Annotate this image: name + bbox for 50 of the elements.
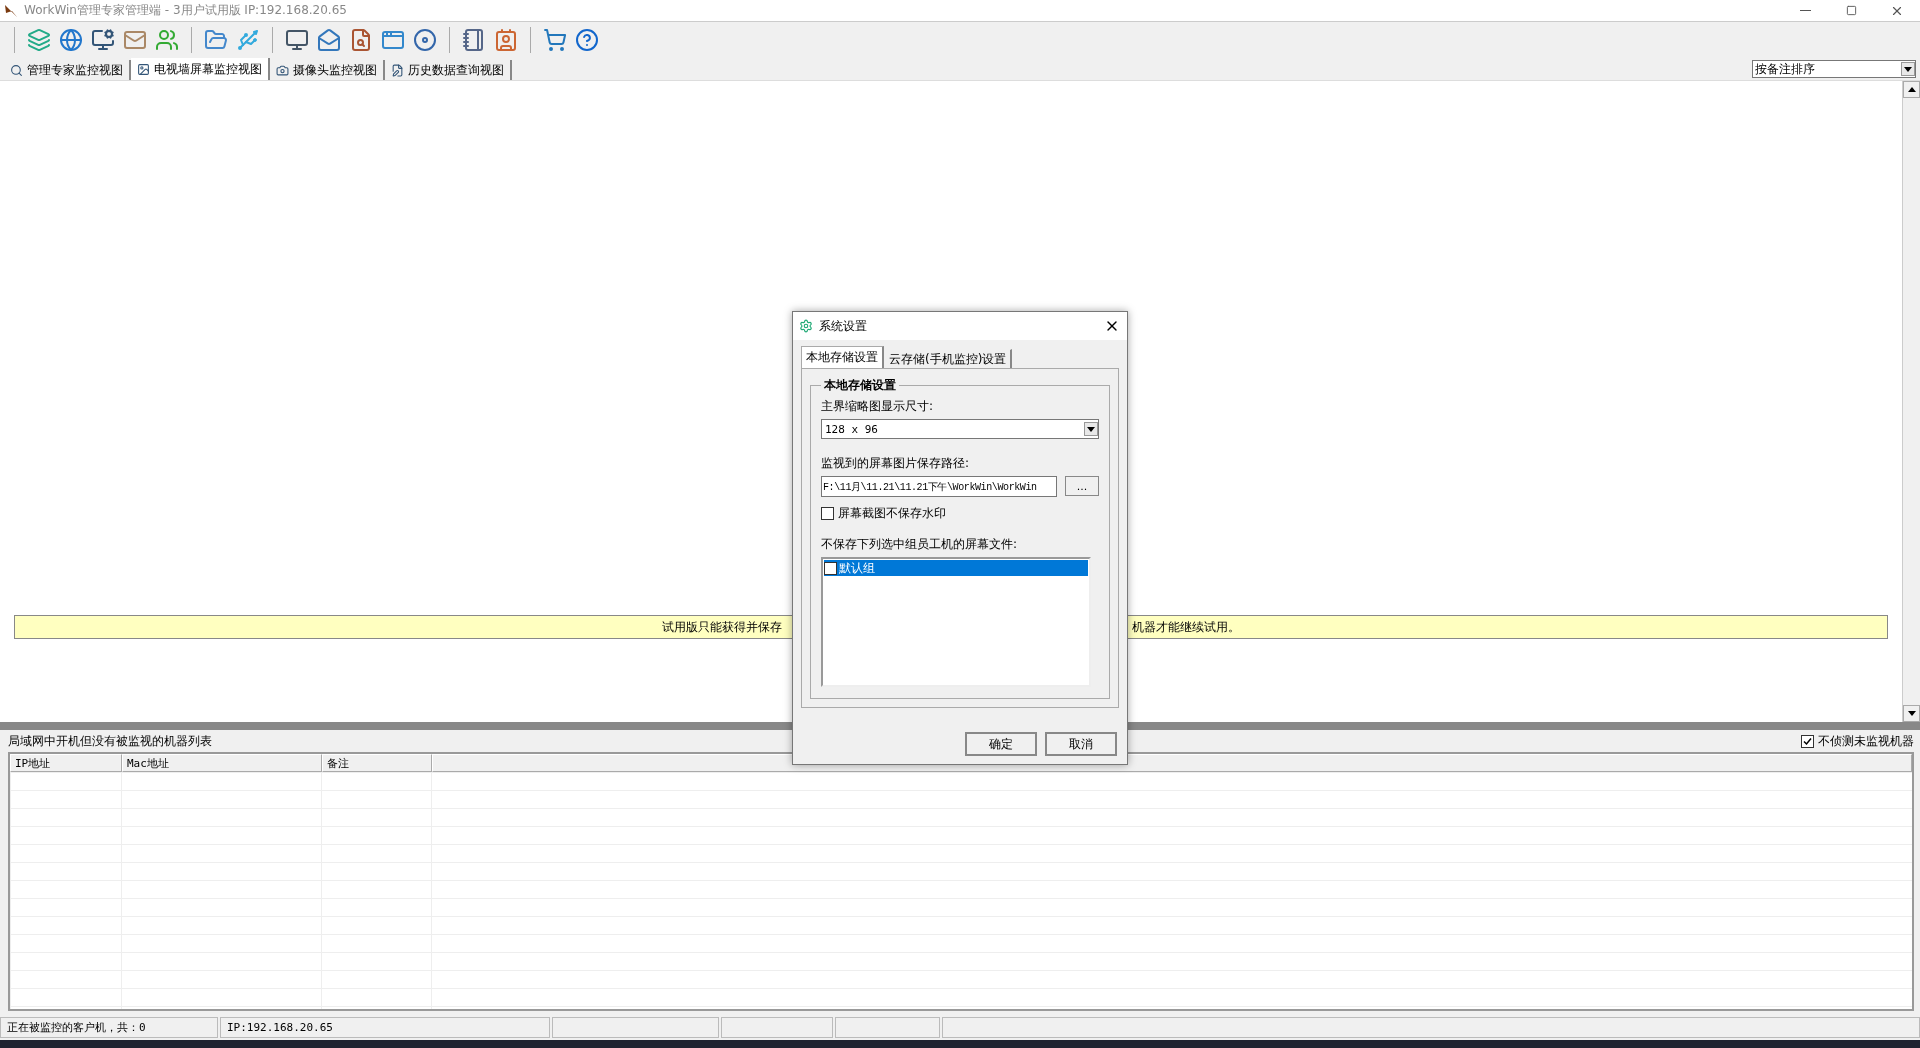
option-checkbox[interactable]: 不侦测未监视机器: [1801, 732, 1914, 750]
group-label: 默认组: [839, 559, 875, 577]
dialog-button[interactable]: 取消: [1045, 732, 1117, 756]
search-icon: [10, 63, 23, 77]
status-cell: IP:192.168.20.65: [220, 1017, 550, 1038]
settings-tab[interactable]: 本地存储设置: [801, 346, 884, 368]
check-icon: [1803, 736, 1812, 746]
column-header[interactable]: 备注: [322, 754, 432, 772]
dropdown-arrow-icon: [1904, 66, 1912, 72]
checkbox[interactable]: [1801, 734, 1814, 748]
panel-title: 局域网中开机但没有被监视的机器列表: [8, 732, 212, 750]
picture-icon: [137, 62, 150, 76]
help-tool-button[interactable]: [573, 26, 601, 54]
disc-tool-button[interactable]: [411, 26, 439, 54]
dropdown-arrow-icon: [1087, 426, 1095, 432]
mail-reply-tool-button[interactable]: [315, 26, 343, 54]
camera-icon: [276, 63, 289, 77]
window-title: WorkWin管理专家管理端 - 3用户试用版 IP:192.168.20.65: [24, 2, 348, 19]
watermark-checkbox[interactable]: 屏幕截图不保存水印: [821, 505, 1099, 522]
globe-tool-button[interactable]: [57, 26, 85, 54]
status-cell: 正在被监控的客户机，共：0: [0, 1017, 218, 1038]
browse-button[interactable]: ...: [1065, 476, 1099, 496]
view-tab[interactable]: 电视墙屏幕监控视图: [131, 58, 270, 80]
scroll-up-icon: [1907, 87, 1916, 92]
column-header[interactable]: IP地址: [10, 754, 122, 772]
layers-tool-button[interactable]: [25, 26, 53, 54]
field-label: 监视到的屏幕图片保存路径:: [821, 455, 971, 472]
scrollbar[interactable]: [1902, 81, 1920, 722]
cart-tool-button[interactable]: [541, 26, 569, 54]
checkbox-label: 不侦测未监视机器: [1818, 732, 1914, 750]
field-label: 主界缩略图显示尺寸:: [821, 398, 935, 415]
checkbox[interactable]: [821, 507, 834, 520]
banner-text: 机器才能继续试用。: [1132, 618, 1240, 636]
field-label: 不保存下列选中组员工机的屏幕文件:: [821, 536, 1019, 553]
column-header[interactable]: Mac地址: [122, 754, 322, 772]
checkbox[interactable]: [824, 561, 837, 575]
scroll-down-icon: [1907, 711, 1916, 716]
group-title: 本地存储设置: [823, 377, 897, 394]
document-edit-icon: [391, 63, 404, 77]
banner-text: 试用版只能获得并保存: [662, 618, 782, 636]
restore-icon: [1845, 5, 1857, 16]
dialog-button[interactable]: 确定: [965, 732, 1037, 756]
checkbox-label: 屏幕截图不保存水印: [838, 505, 946, 522]
sort-select[interactable]: 按备注排序: [1752, 60, 1916, 78]
dialog-title: 系统设置: [819, 317, 868, 335]
minimize-icon: [1799, 10, 1811, 11]
thumbnail-size-select[interactable]: 128 x 96: [821, 419, 1099, 439]
path-field[interactable]: F:\11月\11.21\11.21下午\WorkWin\WorkWin: [821, 476, 1057, 497]
group-list-item[interactable]: 默认组: [824, 560, 1088, 576]
settings-icon: [799, 319, 813, 333]
